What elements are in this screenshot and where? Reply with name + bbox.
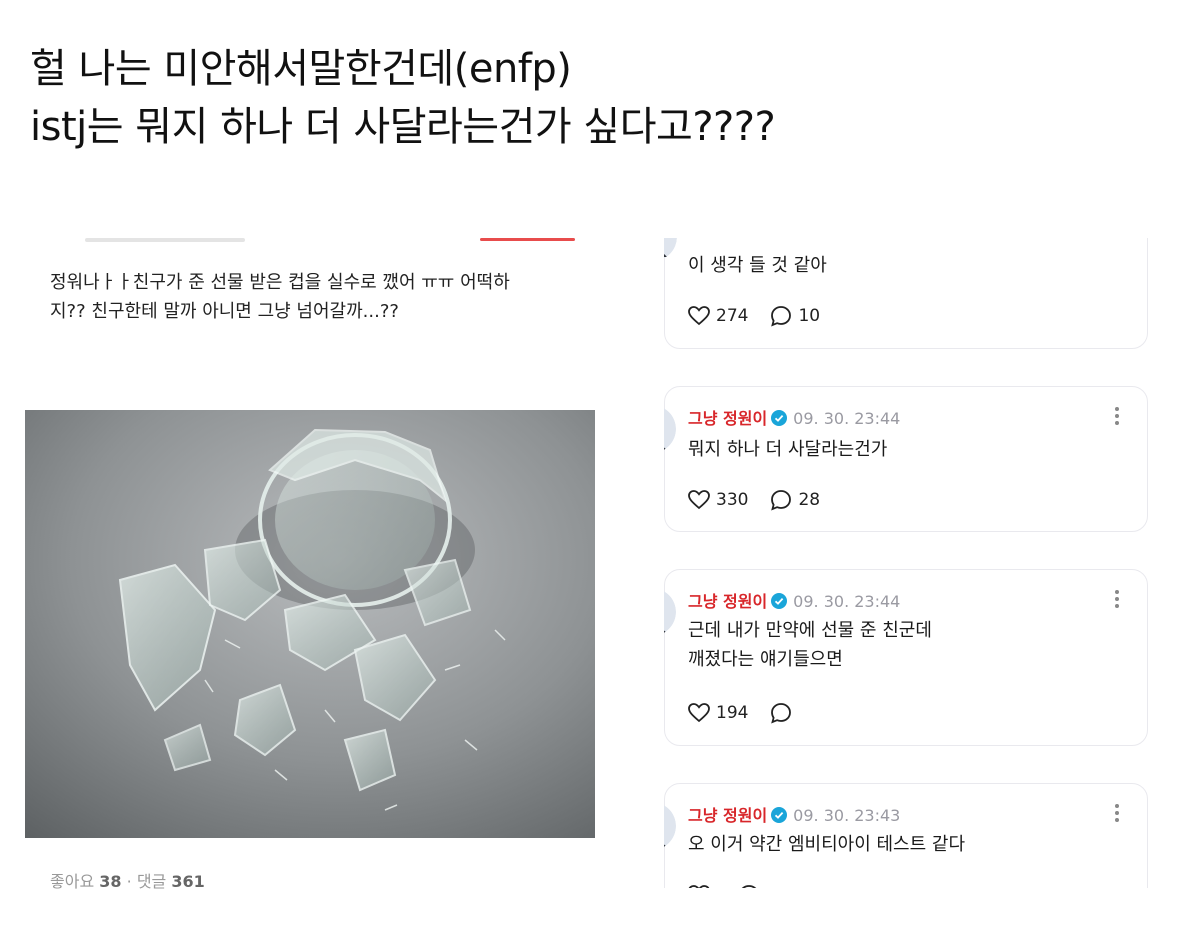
comment-text: 뭐지 하나 더 사달라는건가 [688, 435, 887, 464]
like-count: 194 [716, 703, 749, 723]
comment-time: 09. 30. 23:44 [793, 409, 901, 428]
comment-time: 09. 30. 23:44 [793, 592, 901, 611]
likes-label: 좋아요 [50, 872, 95, 891]
author-name[interactable]: 그냥 정원이 [688, 592, 767, 611]
heart-icon [688, 306, 710, 326]
caption-line-1: 헐 나는 미안해서말한건데(enfp) [30, 46, 572, 92]
comment-time: 09. 30. 23:43 [793, 806, 901, 825]
heart-icon [688, 703, 710, 723]
comment-text: 근데 내가 만약에 선물 준 친군데 깨졌다는 얘기들으면 [688, 616, 932, 674]
comment-meta: 그냥 정원이 09. 30. 23:44 [688, 588, 900, 612]
more-vertical-icon[interactable] [1115, 407, 1121, 428]
comment-card: 이 생각 들 것 같아 274 10 [664, 238, 1148, 349]
like-button[interactable]: 274 [688, 306, 748, 326]
speech-bubble-icon [771, 306, 792, 327]
speech-bubble-icon [771, 490, 792, 511]
reply-count: 10 [798, 306, 821, 326]
like-button[interactable]: 194 [688, 703, 748, 723]
heart-icon [688, 885, 710, 888]
verified-badge-icon [771, 410, 788, 426]
caption-line-2: istj는 뭐지 하나 더 사달라는건가 싶다고???? [30, 104, 776, 150]
avatar[interactable] [664, 588, 676, 636]
comment-text-line: 깨졌다는 얘기들으면 [688, 649, 843, 670]
author-name[interactable]: 그냥 정원이 [688, 409, 767, 428]
comment-text-line: 이 생각 들 것 같아 [688, 255, 827, 276]
comment-list: 이 생각 들 것 같아 274 10 그냥 정원이 09. 30. 23:44 뭐… [664, 238, 1150, 888]
comment-text-line: 뭐지 하나 더 사달라는건가 [688, 439, 888, 460]
reply-button[interactable]: 28 [770, 489, 820, 511]
verified-badge-icon [771, 807, 788, 823]
reply-count: 28 [798, 490, 821, 510]
comments-count: 361 [171, 872, 205, 891]
speech-bubble-icon [771, 703, 792, 724]
comment-text: 오 이거 약간 엠비티아이 테스트 같다 [688, 830, 965, 859]
more-vertical-icon[interactable] [1115, 590, 1121, 611]
author-name[interactable]: 그냥 정원이 [688, 806, 767, 825]
verified-badge-icon [771, 593, 788, 609]
comment-stats: 330 28 [688, 489, 842, 511]
comments-label: 댓글 [136, 872, 167, 891]
comment-text-line: 근데 내가 만약에 선물 준 친군데 [688, 620, 932, 641]
avatar[interactable] [664, 802, 676, 850]
like-count: 274 [716, 306, 749, 326]
post: 정워나ㅏㅏ친구가 준 선물 받은 컵을 실수로 깼어 ㅠㅠ 어떡하 지?? 친구… [25, 238, 595, 898]
comment-stats: 274 10 [688, 305, 842, 327]
comment-meta: 그냥 정원이 09. 30. 23:44 [688, 405, 900, 429]
heart-icon [688, 490, 710, 510]
comment-stats: 194 [688, 702, 820, 724]
post-footer: 좋아요 38 · 댓글 361 [50, 868, 205, 892]
likes-count: 38 [99, 872, 122, 891]
caption: 헐 나는 미안해서말한건데(enfp) istj는 뭐지 하나 더 사달라는건가… [30, 40, 776, 156]
avatar[interactable] [664, 238, 677, 261]
separator: · [126, 872, 132, 891]
broken-glass-photo[interactable] [25, 410, 595, 838]
comment-stats [688, 884, 788, 888]
speech-bubble-icon [741, 885, 757, 888]
comment-text: 이 생각 들 것 같아 [688, 251, 827, 280]
avatar[interactable] [664, 405, 676, 453]
reply-button[interactable] [738, 884, 766, 888]
comment-card: 그냥 정원이 09. 30. 23:43 오 이거 약간 엠비티아이 테스트 같다 [664, 783, 1148, 888]
post-text-line: 정워나ㅏㅏ친구가 준 선물 받은 컵을 실수로 깼어 ㅠㅠ 어떡하 [50, 272, 510, 293]
like-count: 330 [716, 490, 749, 510]
more-vertical-icon[interactable] [1115, 804, 1121, 825]
comment-card: 그냥 정원이 09. 30. 23:44 뭐지 하나 더 사달라는건가 330 2… [664, 386, 1148, 532]
like-button[interactable]: 330 [688, 490, 748, 510]
post-text: 정워나ㅏㅏ친구가 준 선물 받은 컵을 실수로 깼어 ㅠㅠ 어떡하 지?? 친구… [50, 268, 590, 326]
like-button[interactable] [688, 885, 716, 888]
comment-text-line: 오 이거 약간 엠비티아이 테스트 같다 [688, 834, 966, 855]
post-header-cropped [50, 238, 610, 244]
comment-card: 그냥 정원이 09. 30. 23:44 근데 내가 만약에 선물 준 친군데 깨… [664, 569, 1148, 746]
reply-button[interactable]: 10 [770, 305, 820, 327]
comment-meta: 그냥 정원이 09. 30. 23:43 [688, 802, 900, 826]
post-text-line: 지?? 친구한테 말까 아니면 그냥 넘어갈까...?? [50, 301, 399, 322]
reply-button[interactable] [770, 702, 798, 724]
